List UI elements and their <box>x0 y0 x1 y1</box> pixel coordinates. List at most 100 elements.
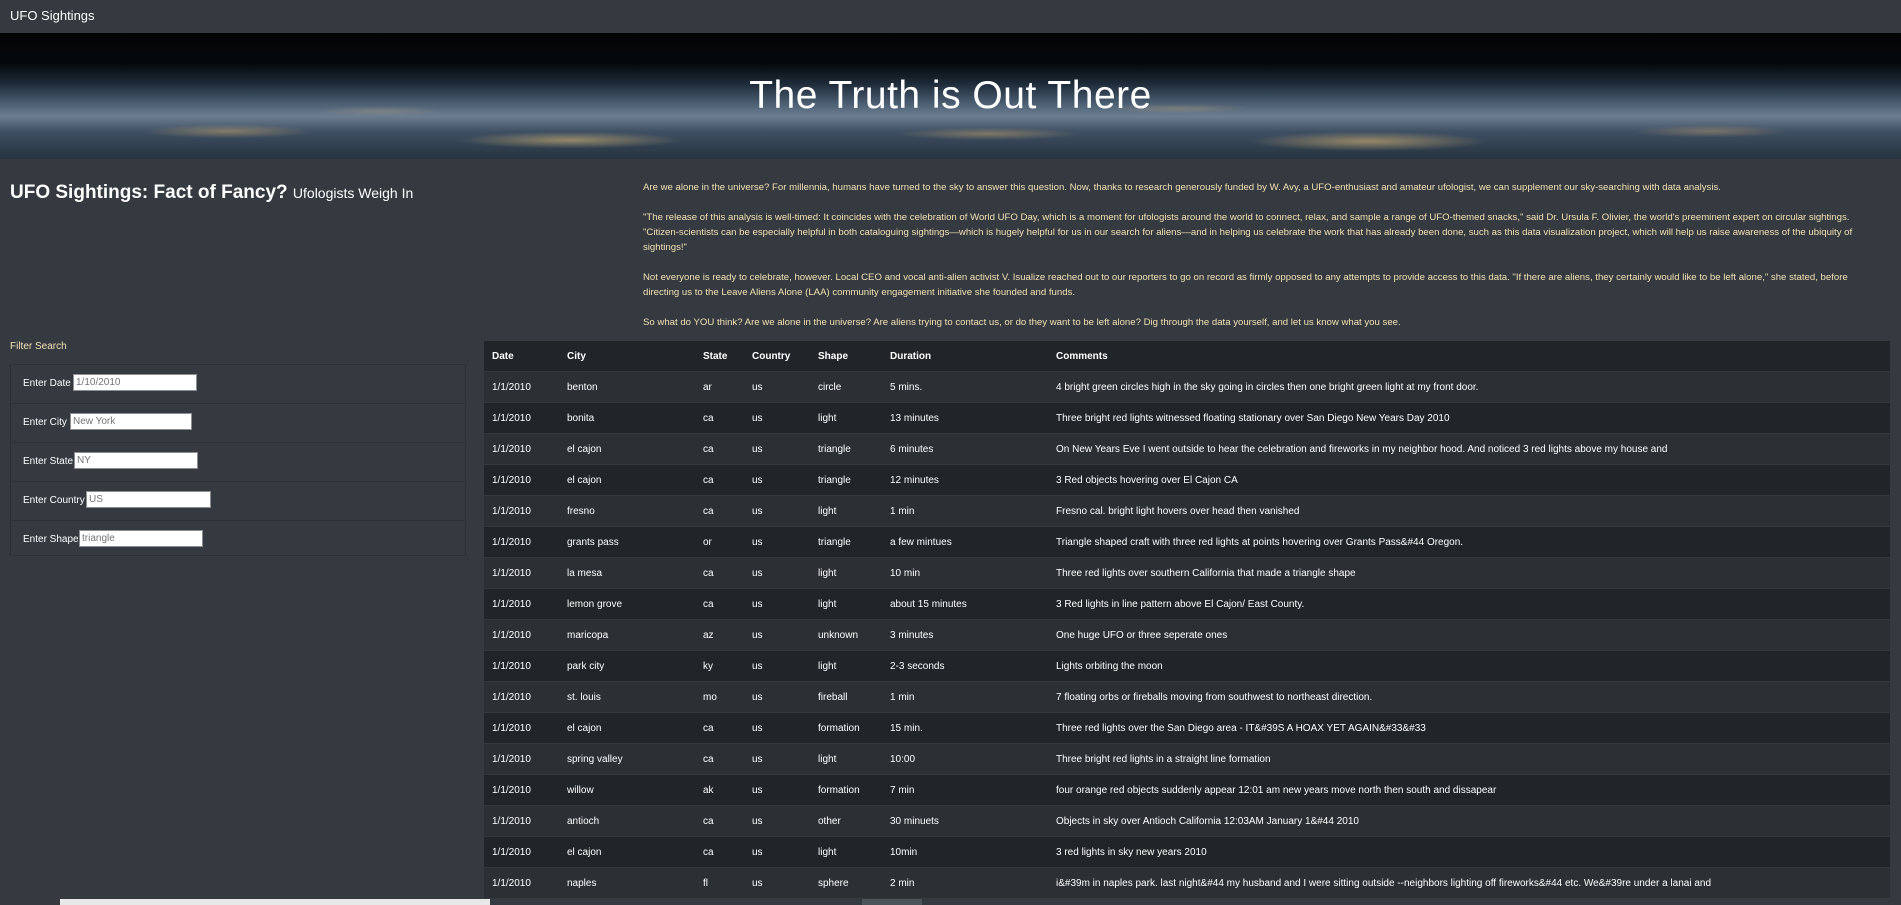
cell-duration: 13 minutes <box>882 402 1048 434</box>
cell-date: 1/1/2010 <box>484 805 559 837</box>
scrollbar-thumb[interactable] <box>60 899 490 905</box>
cell-shape: light <box>810 495 882 527</box>
table-header-row: Date City State Country Shape Duration C… <box>484 341 1890 372</box>
brand-link[interactable]: UFO Sightings <box>10 8 95 23</box>
cell-state: ca <box>695 836 744 868</box>
cell-date: 1/1/2010 <box>484 495 559 527</box>
cell-duration: about 15 minutes <box>882 588 1048 620</box>
cell-city: antioch <box>559 805 695 837</box>
article-paragraph: So what do YOU think? Are we alone in th… <box>643 317 1401 328</box>
scrollbar-thumb[interactable] <box>862 899 922 905</box>
table-row: 1/1/2010 benton ar us circle 5 mins. 4 bright … <box>484 371 1890 403</box>
cell-city: benton <box>559 371 695 403</box>
cell-country: us <box>744 495 810 527</box>
cell-date: 1/1/2010 <box>484 402 559 434</box>
city-input[interactable] <box>70 413 192 430</box>
table-row: 1/1/2010 spring valley ca us light 10:00 Three… <box>484 743 1890 775</box>
cell-duration: 2-3 seconds <box>882 650 1048 682</box>
cell-city: maricopa <box>559 619 695 651</box>
cell-shape: triangle <box>810 464 882 496</box>
cell-state: ca <box>695 495 744 527</box>
cell-state: ca <box>695 588 744 620</box>
cell-shape: light <box>810 557 882 589</box>
article-paragraph: Are we alone in the universe? For millen… <box>643 182 1721 193</box>
navbar: UFO Sightings <box>0 0 1901 33</box>
cell-shape: fireball <box>810 681 882 713</box>
cell-duration: 10min <box>882 836 1048 868</box>
cell-date: 1/1/2010 <box>484 743 559 775</box>
cell-date: 1/1/2010 <box>484 526 559 558</box>
cell-state: ak <box>695 774 744 806</box>
table-row: 1/1/2010 park city ky us light 2-3 seconds Lig… <box>484 650 1890 682</box>
cell-state: ca <box>695 557 744 589</box>
table-row: 1/1/2010 grants pass or us triangle a few min… <box>484 526 1890 558</box>
cell-state: ca <box>695 402 744 434</box>
hero-banner: The Truth is Out There <box>0 33 1901 159</box>
cell-shape: triangle <box>810 526 882 558</box>
cell-country: us <box>744 712 810 744</box>
cell-shape: formation <box>810 774 882 806</box>
cell-state: ar <box>695 371 744 403</box>
cell-city: el cajon <box>559 712 695 744</box>
intro-heading: UFO Sightings: Fact of Fancy? Ufologists… <box>10 182 413 204</box>
table-row: 1/1/2010 el cajon ca us triangle 12 minutes 3 … <box>484 464 1890 496</box>
cell-country: us <box>744 681 810 713</box>
cell-duration: 6 minutes <box>882 433 1048 465</box>
cell-comments: i&#39m in naples park. last night&#44 my… <box>1048 867 1890 898</box>
cell-date: 1/1/2010 <box>484 557 559 589</box>
header-city: City <box>559 341 695 372</box>
shape-input[interactable] <box>79 530 203 547</box>
intro-subtitle: Ufologists Weigh In <box>292 185 414 201</box>
table-row: 1/1/2010 antioch ca us other 30 minuets Object… <box>484 805 1890 837</box>
cell-comments: Three red lights over southern Californi… <box>1048 557 1890 589</box>
cell-shape: unknown <box>810 619 882 651</box>
state-input[interactable] <box>74 452 198 469</box>
cell-comments: Objects in sky over Antioch California 1… <box>1048 805 1890 837</box>
table-row: 1/1/2010 naples fl us sphere 2 min i&#39m in n… <box>484 867 1890 898</box>
date-input[interactable] <box>73 374 197 391</box>
cell-duration: 1 min <box>882 681 1048 713</box>
state-label: Enter State <box>23 456 74 467</box>
cell-country: us <box>744 836 810 868</box>
ufo-table-container[interactable]: Date City State Country Shape Duration C… <box>484 341 1890 905</box>
filter-shape: Enter Shape <box>11 521 465 559</box>
cell-country: us <box>744 526 810 558</box>
header-duration: Duration <box>882 341 1048 372</box>
cell-state: or <box>695 526 744 558</box>
table-row: 1/1/2010 bonita ca us light 13 minutes Three b… <box>484 402 1890 434</box>
cell-city: el cajon <box>559 433 695 465</box>
table-row: 1/1/2010 el cajon ca us formation 15 min. Thre… <box>484 712 1890 744</box>
cell-shape: formation <box>810 712 882 744</box>
cell-city: spring valley <box>559 743 695 775</box>
filter-state: Enter State <box>11 443 465 482</box>
cell-city: fresno <box>559 495 695 527</box>
cell-state: fl <box>695 867 744 898</box>
cell-country: us <box>744 557 810 589</box>
cell-date: 1/1/2010 <box>484 433 559 465</box>
ufo-table: Date City State Country Shape Duration C… <box>484 341 1890 898</box>
table-row: 1/1/2010 lemon grove ca us light about 15 min… <box>484 588 1890 620</box>
cell-comments: Three bright red lights in a straight li… <box>1048 743 1890 775</box>
country-input[interactable] <box>86 491 211 508</box>
header-country: Country <box>744 341 810 372</box>
cell-shape: light <box>810 650 882 682</box>
cell-state: ca <box>695 743 744 775</box>
cell-country: us <box>744 650 810 682</box>
article-paragraph: "The release of this analysis is well-ti… <box>643 212 1853 253</box>
cell-state: ca <box>695 464 744 496</box>
cell-duration: 10:00 <box>882 743 1048 775</box>
cell-date: 1/1/2010 <box>484 650 559 682</box>
cell-country: us <box>744 402 810 434</box>
cell-comments: Three red lights over the San Diego area… <box>1048 712 1890 744</box>
header-comments: Comments <box>1048 341 1890 372</box>
cell-comments: One huge UFO or three seperate ones <box>1048 619 1890 651</box>
cell-city: lemon grove <box>559 588 695 620</box>
cell-duration: 15 min. <box>882 712 1048 744</box>
cell-state: ca <box>695 712 744 744</box>
table-row: 1/1/2010 st. louis mo us fireball 1 min 7 floa… <box>484 681 1890 713</box>
cell-city: el cajon <box>559 836 695 868</box>
filter-country: Enter Country <box>11 482 465 521</box>
date-label: Enter Date <box>23 378 71 389</box>
cell-state: ca <box>695 433 744 465</box>
cell-shape: light <box>810 588 882 620</box>
